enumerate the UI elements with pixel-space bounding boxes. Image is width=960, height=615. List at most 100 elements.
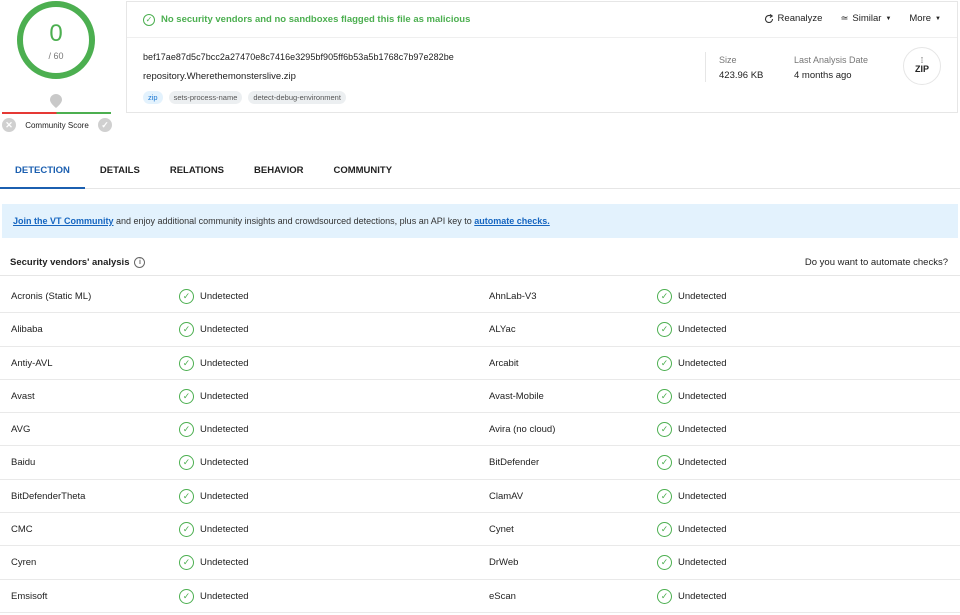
size-value: 423.96 KB [719, 70, 764, 81]
result-label: Undetected [678, 457, 727, 469]
table-row: BitDefenderTheta ✓ Undetected ClamAV ✓ Undete… [0, 480, 960, 514]
vendor-result: ✓ Undetected [657, 488, 727, 504]
result-label: Undetected [200, 390, 249, 402]
tab-detection[interactable]: DETECTION [0, 155, 85, 189]
vendor-name: eScan [489, 590, 516, 602]
vendor-result: ✓ Undetected [179, 522, 249, 538]
community-score-bar [2, 112, 111, 114]
size-info: Size 423.96 KB [719, 55, 763, 81]
vendors-table: Acronis (Static ML) ✓ Undetected AhnLab-V3 ✓… [0, 280, 960, 613]
tag-detect-debug-environment[interactable]: detect-debug-environment [248, 91, 346, 104]
check-circle-icon: ✓ [143, 13, 155, 26]
result-label: Undetected [678, 557, 727, 569]
result-label: Undetected [678, 524, 727, 536]
tab-details[interactable]: DETAILS [100, 155, 140, 188]
undetected-check-icon: ✓ [657, 322, 672, 338]
vote-harmless-icon[interactable]: ✓ [97, 118, 112, 132]
similar-button[interactable]: ≃ Similar ▼ [840, 13, 891, 24]
undetected-check-icon: ✓ [657, 422, 672, 438]
file-hash[interactable]: bef17ae87d5c7bcc2a27470e8c7416e3295bf905… [143, 52, 454, 62]
automate-checks-link[interactable]: automate checks. [474, 216, 550, 226]
vendor-result: ✓ Undetected [179, 488, 249, 504]
result-label: Undetected [678, 291, 727, 302]
result-label: Undetected [200, 557, 249, 569]
table-row: CMC ✓ Undetected Cynet ✓ Undetected [0, 513, 960, 547]
last-analysis-label: Last Analysis Date [794, 55, 869, 65]
size-label: Size [719, 55, 737, 65]
vendor-name: Cynet [489, 524, 514, 536]
undetected-check-icon: ✓ [179, 289, 194, 304]
table-row: Alibaba ✓ Undetected ALYac ✓ Undetected [0, 313, 960, 347]
result-label: Undetected [200, 590, 249, 602]
score-value: 0 [49, 19, 63, 47]
undetected-check-icon: ✓ [179, 588, 194, 604]
undetected-check-icon: ✓ [657, 388, 672, 404]
community-banner: Join the VT Community and enjoy addition… [2, 204, 958, 238]
vendor-result: ✓ Undetected [179, 355, 249, 371]
vendor-result: ✓ Undetected [657, 289, 727, 304]
vendor-name: CMC [11, 524, 33, 536]
vendors-header: Security vendors' analysis i Do you want … [0, 250, 960, 276]
tag-zip[interactable]: zip [143, 91, 163, 104]
vendor-name: Arcabit [489, 357, 519, 369]
undetected-check-icon: ✓ [179, 455, 194, 471]
status-bar: ✓ No security vendors and no sandboxes f… [127, 2, 957, 38]
refresh-icon [764, 13, 773, 23]
more-label: More [909, 13, 932, 24]
banner-text: and enjoy additional community insights … [113, 216, 475, 226]
automate-checks-question[interactable]: Do you want to automate checks? [805, 257, 948, 268]
undetected-check-icon: ✓ [179, 555, 194, 571]
undetected-check-icon: ✓ [657, 455, 672, 471]
vendor-result: ✓ Undetected [179, 388, 249, 404]
result-label: Undetected [200, 424, 249, 436]
vendor-name: AhnLab-V3 [489, 291, 537, 302]
result-label: Undetected [678, 390, 727, 402]
result-label: Undetected [200, 324, 249, 336]
score-ring: 0 / 60 [17, 1, 95, 79]
vendor-name: Alibaba [11, 324, 43, 336]
vendor-result: ✓ Undetected [179, 422, 249, 438]
caret-down-icon: ▼ [935, 15, 941, 22]
undetected-check-icon: ✓ [657, 588, 672, 604]
info-icon[interactable]: i [134, 256, 146, 268]
table-row: Antiy-AVL ✓ Undetected Arcabit ✓ Undetected [0, 347, 960, 380]
file-summary-card: ✓ No security vendors and no sandboxes f… [126, 1, 958, 113]
file-name: repository.Wherethemonsterslive.zip [143, 71, 296, 82]
undetected-check-icon: ✓ [657, 488, 672, 504]
summary-actions: Reanalyze ≃ Similar ▼ More ▼ [764, 13, 941, 24]
result-label: Undetected [678, 357, 727, 369]
vendor-name: BitDefenderTheta [11, 490, 86, 502]
result-label: Undetected [200, 457, 249, 469]
tag-sets-process-name[interactable]: sets-process-name [168, 91, 243, 104]
more-button[interactable]: More ▼ [909, 13, 941, 24]
table-row: Cyren ✓ Undetected DrWeb ✓ Undetected [0, 546, 960, 580]
table-row: Baidu ✓ Undetected BitDefender ✓ Undetected [0, 446, 960, 480]
undetected-check-icon: ✓ [657, 355, 672, 371]
vendor-result: ✓ Undetected [179, 289, 249, 304]
community-score-row: ✕ Community Score ✓ [2, 117, 112, 133]
undetected-check-icon: ✓ [179, 388, 194, 404]
tab-bar: DETECTION DETAILS RELATIONS BEHAVIOR COM… [0, 155, 960, 189]
result-label: Undetected [678, 590, 727, 602]
tab-community[interactable]: COMMUNITY [333, 155, 392, 188]
tab-behavior[interactable]: BEHAVIOR [254, 155, 303, 188]
status-message: No security vendors and no sandboxes fla… [161, 14, 471, 25]
join-community-link[interactable]: Join the VT Community [13, 216, 114, 226]
undetected-check-icon: ✓ [179, 522, 194, 538]
tab-relations[interactable]: RELATIONS [170, 155, 224, 188]
vendors-title-wrap: Security vendors' analysis i [10, 256, 146, 268]
result-label: Undetected [200, 490, 249, 502]
caret-down-icon: ▼ [885, 15, 892, 22]
vendor-name: Emsisoft [11, 590, 48, 602]
vote-harmful-icon[interactable]: ✕ [2, 118, 16, 132]
result-label: Undetected [200, 524, 249, 536]
table-row: Acronis (Static ML) ✓ Undetected AhnLab-V3 ✓… [0, 280, 960, 314]
result-label: Undetected [200, 357, 249, 369]
reanalyze-button[interactable]: Reanalyze [764, 13, 822, 24]
vendor-name: DrWeb [489, 557, 519, 569]
table-row: AVG ✓ Undetected Avira (no cloud) ✓ Undetecte… [0, 413, 960, 447]
vendor-result: ✓ Undetected [657, 322, 727, 338]
file-tags: zip sets-process-name detect-debug-envir… [143, 91, 346, 104]
vendor-name: Acronis (Static ML) [11, 291, 92, 302]
vendor-name: Cyren [11, 557, 37, 569]
